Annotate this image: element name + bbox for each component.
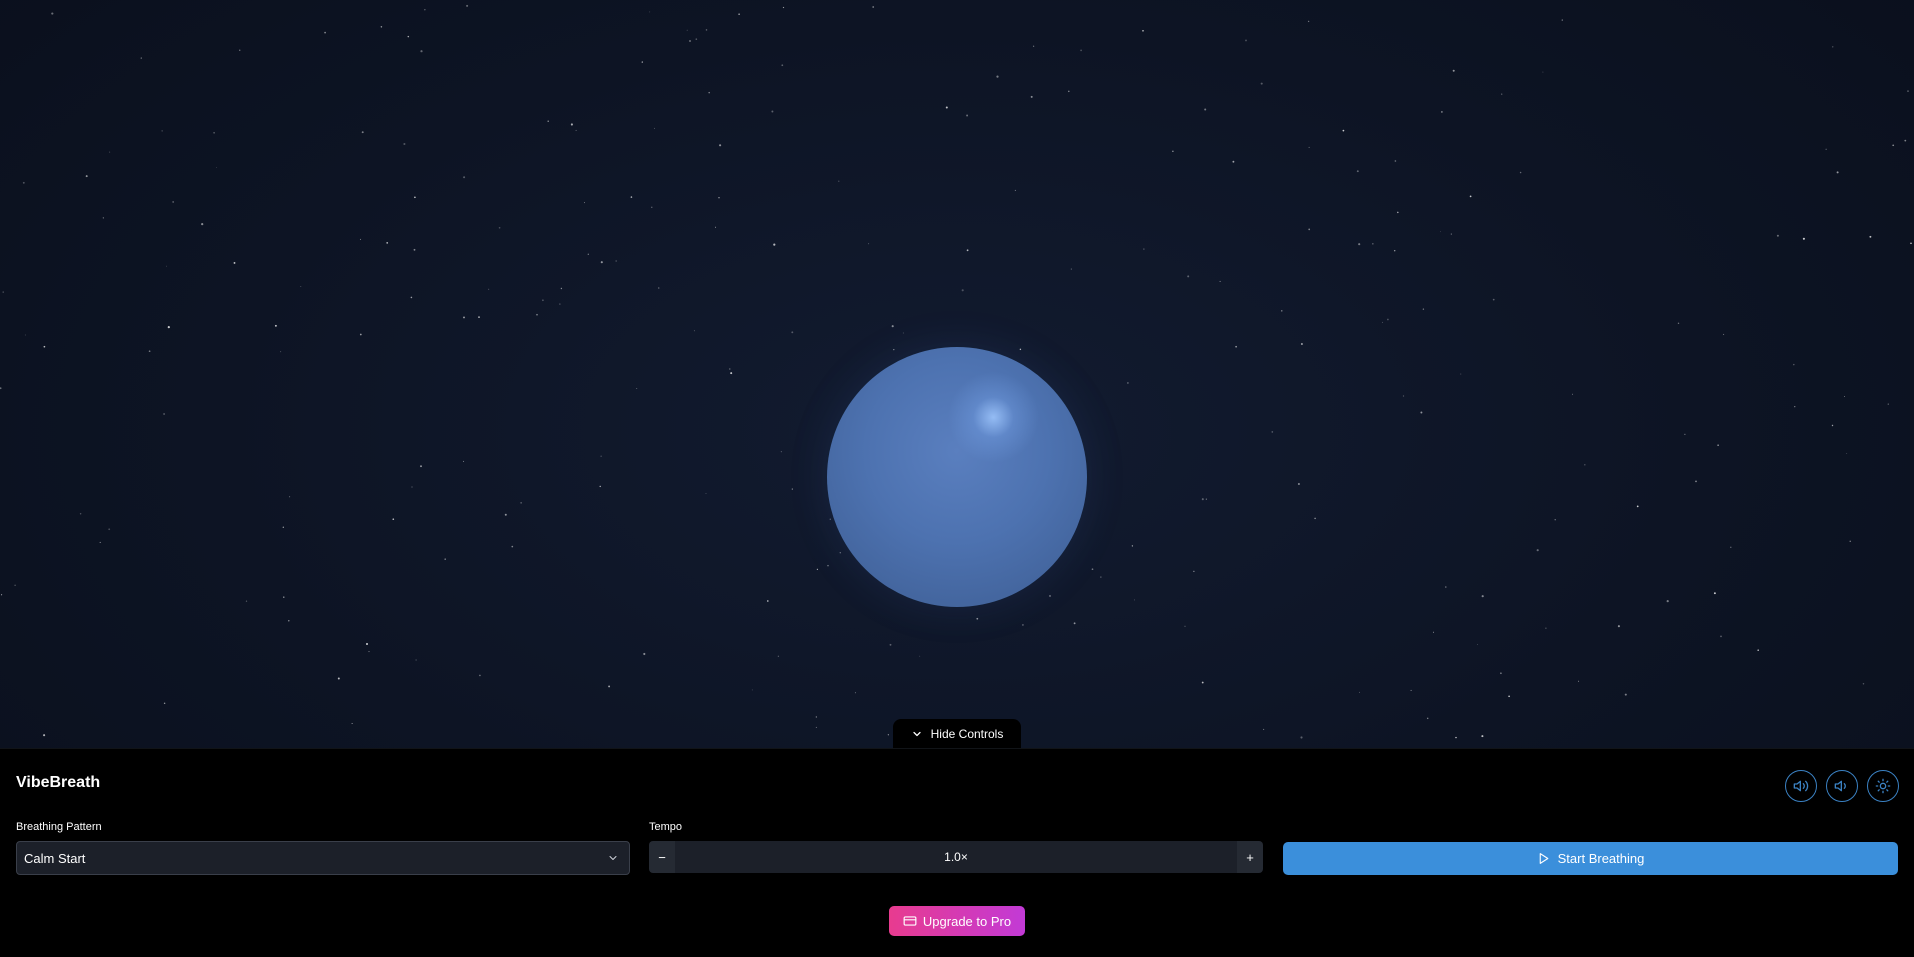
breathing-pattern-value: Calm Start <box>24 850 86 866</box>
play-icon <box>1539 853 1549 864</box>
breathing-pattern-select[interactable]: Calm Start <box>16 841 630 875</box>
upgrade-to-pro-label: Upgrade to Pro <box>922 913 1012 929</box>
tempo-label: Tempo <box>649 821 683 833</box>
chevron-down-icon <box>609 856 617 860</box>
hide-controls-label: Hide Controls <box>930 727 1004 741</box>
tempo-decrease-button[interactable]: − <box>649 841 675 873</box>
upgrade-to-pro-button[interactable]: Upgrade to Pro <box>889 906 1025 936</box>
card-icon <box>903 916 917 926</box>
tempo-stepper: − 1.0× + <box>649 841 1263 873</box>
hide-controls-button[interactable]: Hide Controls <box>893 719 1021 749</box>
breathing-orb <box>827 347 1087 607</box>
start-breathing-label: Start Breathing <box>1557 851 1645 866</box>
start-breathing-button[interactable]: Start Breathing <box>1283 842 1898 875</box>
volume-button[interactable] <box>1826 770 1858 802</box>
sound-on-icon <box>1793 780 1809 792</box>
chevron-down-icon <box>913 731 921 737</box>
sun-icon <box>1875 778 1891 794</box>
tempo-increase-button[interactable]: + <box>1237 841 1263 873</box>
theme-toggle-button[interactable] <box>1867 770 1899 802</box>
sound-toggle-button[interactable] <box>1785 770 1817 802</box>
app-title: VibeBreath <box>16 774 101 791</box>
controls-panel: VibeBreath Breathing Pattern Calm Start … <box>0 748 1914 957</box>
tempo-value: 1.0× <box>675 841 1237 873</box>
breathing-pattern-label: Breathing Pattern <box>16 821 102 833</box>
volume-icon <box>1834 780 1846 792</box>
